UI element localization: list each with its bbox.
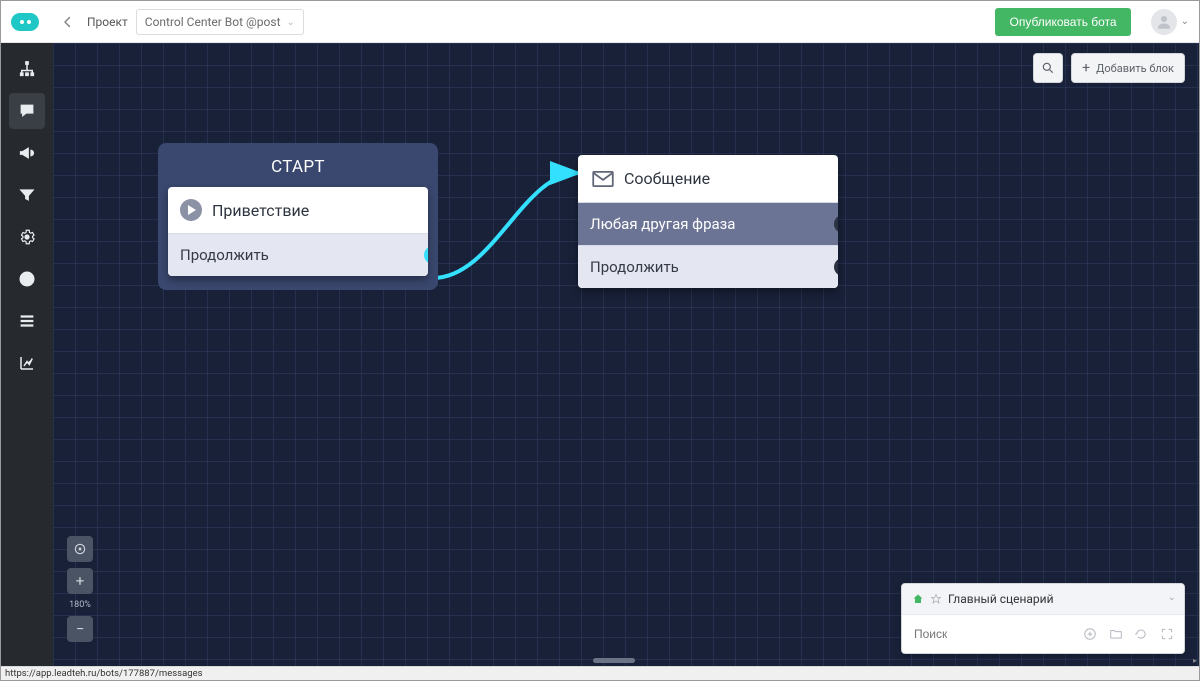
collapse-icon[interactable]: ⌄	[1168, 592, 1176, 603]
bot-name: Control Center Bot @post	[145, 15, 281, 29]
horizontal-scrollbar[interactable]	[53, 654, 1199, 666]
zoom-in-button[interactable]: +	[67, 568, 93, 594]
continue-label: Продолжить	[590, 258, 679, 276]
node-message-card: Сообщение Любая другая фраза Продолжить	[578, 155, 838, 288]
node-message[interactable]: Сообщение Любая другая фраза Продолжить	[578, 155, 838, 288]
sidebar-item-analytics[interactable]	[9, 345, 45, 381]
canvas-grid	[53, 43, 1199, 666]
star-icon	[930, 593, 942, 605]
add-block-label: Добавить блок	[1096, 62, 1174, 75]
status-url: https://app.leadteh.ru/bots/177887/messa…	[5, 668, 203, 679]
sidebar-item-messages[interactable]: Сообщения	[9, 93, 45, 129]
scenario-panel-header[interactable]: Главный сценарий ⌄	[902, 584, 1184, 615]
scenario-title: Главный сценарий	[948, 592, 1054, 606]
search-button[interactable]	[1033, 53, 1063, 83]
node-start-continue-row[interactable]: Продолжить	[168, 233, 428, 276]
publish-button[interactable]: Опубликовать бота	[995, 8, 1130, 36]
breadcrumb: Проект	[87, 15, 128, 29]
main-area: Сообщения + Добавить	[1, 43, 1199, 666]
folder-icon[interactable]	[1107, 625, 1125, 643]
sidebar-item-settings[interactable]	[9, 219, 45, 255]
play-icon	[180, 199, 202, 221]
continue-label: Продолжить	[180, 246, 269, 264]
message-title: Сообщение	[624, 169, 710, 188]
refresh-icon[interactable]	[1133, 625, 1151, 643]
home-icon	[912, 593, 924, 605]
node-start[interactable]: СТАРТ Приветствие Продолжить	[158, 143, 438, 290]
node-start-header[interactable]: Приветствие	[168, 187, 428, 233]
canvas-toolbar: + Добавить блок	[1033, 53, 1185, 83]
zoom-out-button[interactable]: −	[67, 616, 93, 642]
node-start-title: СТАРТ	[168, 157, 428, 177]
search-input[interactable]	[910, 621, 1073, 647]
bot-selector[interactable]: Control Center Bot @post ⌄	[136, 9, 304, 35]
greeting-label: Приветствие	[212, 201, 309, 220]
sidebar-item-list[interactable]	[9, 303, 45, 339]
node-message-header[interactable]: Сообщение	[578, 155, 838, 202]
sidebar-item-filter[interactable]	[9, 177, 45, 213]
scenario-panel-body	[902, 615, 1184, 653]
back-button[interactable]	[57, 11, 79, 33]
avatar-icon	[1151, 9, 1177, 35]
sidebar-item-broadcast[interactable]	[9, 135, 45, 171]
zoom-reset-button[interactable]	[67, 536, 93, 562]
output-port[interactable]	[834, 215, 838, 233]
node-start-card: Приветствие Продолжить	[168, 187, 428, 276]
chevron-down-icon: ⌄	[1181, 16, 1189, 27]
sidebar-item-support[interactable]	[9, 261, 45, 297]
user-menu[interactable]: ⌄	[1151, 9, 1189, 35]
plus-icon: +	[1082, 61, 1090, 75]
mail-icon	[592, 171, 614, 187]
output-port[interactable]	[424, 246, 428, 264]
sidebar: Сообщения	[1, 43, 53, 666]
zoom-level-label: 180%	[69, 600, 91, 610]
scroll-right-icon: ▸	[1193, 656, 1197, 665]
node-message-continue-row[interactable]: Продолжить	[578, 245, 838, 288]
scenario-panel: Главный сценарий ⌄	[901, 583, 1185, 654]
any-phrase-label: Любая другая фраза	[590, 215, 735, 233]
logo[interactable]	[1, 1, 49, 43]
canvas[interactable]: + Добавить блок СТАРТ Приветствие	[53, 43, 1199, 666]
sidebar-item-structure[interactable]	[9, 51, 45, 87]
expand-icon[interactable]	[1158, 625, 1176, 643]
zoom-controls: + 180% −	[67, 536, 93, 642]
add-scenario-icon[interactable]	[1081, 625, 1099, 643]
top-bar: Проект Control Center Bot @post ⌄ Опубли…	[1, 1, 1199, 43]
output-port[interactable]	[834, 258, 838, 276]
chevron-down-icon: ⌄	[287, 17, 295, 28]
node-message-anyphrase-row[interactable]: Любая другая фраза	[578, 202, 838, 245]
add-block-button[interactable]: + Добавить блок	[1071, 53, 1185, 83]
status-bar: https://app.leadteh.ru/bots/177887/messa…	[1, 666, 1199, 680]
